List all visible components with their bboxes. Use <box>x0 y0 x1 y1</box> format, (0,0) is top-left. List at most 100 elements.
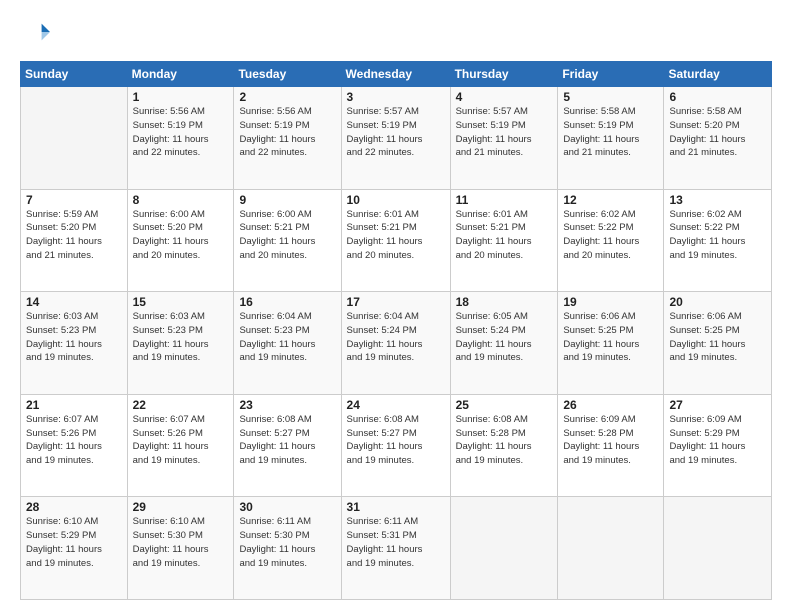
calendar-cell: 29Sunrise: 6:10 AM Sunset: 5:30 PM Dayli… <box>127 497 234 600</box>
calendar-cell: 7Sunrise: 5:59 AM Sunset: 5:20 PM Daylig… <box>21 189 128 292</box>
weekday-header: Sunday <box>21 62 128 87</box>
day-number: 19 <box>563 295 658 309</box>
day-number: 26 <box>563 398 658 412</box>
day-number: 17 <box>347 295 445 309</box>
calendar-cell: 21Sunrise: 6:07 AM Sunset: 5:26 PM Dayli… <box>21 394 128 497</box>
day-number: 29 <box>133 500 229 514</box>
calendar-cell: 3Sunrise: 5:57 AM Sunset: 5:19 PM Daylig… <box>341 87 450 190</box>
day-number: 30 <box>239 500 335 514</box>
calendar-cell: 2Sunrise: 5:56 AM Sunset: 5:19 PM Daylig… <box>234 87 341 190</box>
calendar-cell: 1Sunrise: 5:56 AM Sunset: 5:19 PM Daylig… <box>127 87 234 190</box>
weekday-header: Wednesday <box>341 62 450 87</box>
calendar-cell <box>664 497 772 600</box>
calendar-cell: 8Sunrise: 6:00 AM Sunset: 5:20 PM Daylig… <box>127 189 234 292</box>
day-info: Sunrise: 6:10 AM Sunset: 5:30 PM Dayligh… <box>133 515 229 570</box>
calendar-cell: 13Sunrise: 6:02 AM Sunset: 5:22 PM Dayli… <box>664 189 772 292</box>
calendar-week-row: 28Sunrise: 6:10 AM Sunset: 5:29 PM Dayli… <box>21 497 772 600</box>
logo-icon <box>22 18 50 46</box>
calendar-cell: 18Sunrise: 6:05 AM Sunset: 5:24 PM Dayli… <box>450 292 558 395</box>
calendar-cell: 17Sunrise: 6:04 AM Sunset: 5:24 PM Dayli… <box>341 292 450 395</box>
calendar-cell: 27Sunrise: 6:09 AM Sunset: 5:29 PM Dayli… <box>664 394 772 497</box>
day-info: Sunrise: 6:11 AM Sunset: 5:31 PM Dayligh… <box>347 515 445 570</box>
calendar-table: SundayMondayTuesdayWednesdayThursdayFrid… <box>20 61 772 600</box>
day-info: Sunrise: 6:11 AM Sunset: 5:30 PM Dayligh… <box>239 515 335 570</box>
day-number: 8 <box>133 193 229 207</box>
day-number: 18 <box>456 295 553 309</box>
day-info: Sunrise: 5:56 AM Sunset: 5:19 PM Dayligh… <box>133 105 229 160</box>
day-info: Sunrise: 6:02 AM Sunset: 5:22 PM Dayligh… <box>669 208 766 263</box>
day-number: 13 <box>669 193 766 207</box>
page: SundayMondayTuesdayWednesdayThursdayFrid… <box>0 0 792 612</box>
day-info: Sunrise: 5:58 AM Sunset: 5:19 PM Dayligh… <box>563 105 658 160</box>
weekday-header: Saturday <box>664 62 772 87</box>
day-info: Sunrise: 6:01 AM Sunset: 5:21 PM Dayligh… <box>347 208 445 263</box>
calendar-cell: 16Sunrise: 6:04 AM Sunset: 5:23 PM Dayli… <box>234 292 341 395</box>
calendar-cell: 10Sunrise: 6:01 AM Sunset: 5:21 PM Dayli… <box>341 189 450 292</box>
day-info: Sunrise: 6:05 AM Sunset: 5:24 PM Dayligh… <box>456 310 553 365</box>
day-info: Sunrise: 6:08 AM Sunset: 5:27 PM Dayligh… <box>239 413 335 468</box>
calendar-cell: 5Sunrise: 5:58 AM Sunset: 5:19 PM Daylig… <box>558 87 664 190</box>
day-number: 16 <box>239 295 335 309</box>
day-info: Sunrise: 6:06 AM Sunset: 5:25 PM Dayligh… <box>669 310 766 365</box>
calendar-cell: 19Sunrise: 6:06 AM Sunset: 5:25 PM Dayli… <box>558 292 664 395</box>
calendar-week-row: 7Sunrise: 5:59 AM Sunset: 5:20 PM Daylig… <box>21 189 772 292</box>
day-number: 20 <box>669 295 766 309</box>
day-number: 3 <box>347 90 445 104</box>
day-info: Sunrise: 6:04 AM Sunset: 5:24 PM Dayligh… <box>347 310 445 365</box>
day-info: Sunrise: 5:59 AM Sunset: 5:20 PM Dayligh… <box>26 208 122 263</box>
day-number: 9 <box>239 193 335 207</box>
calendar-cell: 23Sunrise: 6:08 AM Sunset: 5:27 PM Dayli… <box>234 394 341 497</box>
calendar-cell: 12Sunrise: 6:02 AM Sunset: 5:22 PM Dayli… <box>558 189 664 292</box>
day-info: Sunrise: 6:02 AM Sunset: 5:22 PM Dayligh… <box>563 208 658 263</box>
day-info: Sunrise: 6:08 AM Sunset: 5:28 PM Dayligh… <box>456 413 553 468</box>
day-info: Sunrise: 6:08 AM Sunset: 5:27 PM Dayligh… <box>347 413 445 468</box>
calendar-body: 1Sunrise: 5:56 AM Sunset: 5:19 PM Daylig… <box>21 87 772 600</box>
day-info: Sunrise: 5:57 AM Sunset: 5:19 PM Dayligh… <box>347 105 445 160</box>
header <box>20 18 772 51</box>
calendar-cell: 31Sunrise: 6:11 AM Sunset: 5:31 PM Dayli… <box>341 497 450 600</box>
day-number: 24 <box>347 398 445 412</box>
day-info: Sunrise: 6:00 AM Sunset: 5:20 PM Dayligh… <box>133 208 229 263</box>
calendar-cell: 9Sunrise: 6:00 AM Sunset: 5:21 PM Daylig… <box>234 189 341 292</box>
day-number: 11 <box>456 193 553 207</box>
day-number: 10 <box>347 193 445 207</box>
day-number: 27 <box>669 398 766 412</box>
calendar-cell: 30Sunrise: 6:11 AM Sunset: 5:30 PM Dayli… <box>234 497 341 600</box>
day-info: Sunrise: 5:58 AM Sunset: 5:20 PM Dayligh… <box>669 105 766 160</box>
day-number: 7 <box>26 193 122 207</box>
weekday-header: Thursday <box>450 62 558 87</box>
day-number: 15 <box>133 295 229 309</box>
calendar-cell: 24Sunrise: 6:08 AM Sunset: 5:27 PM Dayli… <box>341 394 450 497</box>
calendar-cell <box>450 497 558 600</box>
day-number: 6 <box>669 90 766 104</box>
weekday-header: Tuesday <box>234 62 341 87</box>
calendar-cell: 11Sunrise: 6:01 AM Sunset: 5:21 PM Dayli… <box>450 189 558 292</box>
day-info: Sunrise: 6:01 AM Sunset: 5:21 PM Dayligh… <box>456 208 553 263</box>
calendar-week-row: 1Sunrise: 5:56 AM Sunset: 5:19 PM Daylig… <box>21 87 772 190</box>
day-number: 28 <box>26 500 122 514</box>
day-number: 31 <box>347 500 445 514</box>
day-number: 21 <box>26 398 122 412</box>
day-info: Sunrise: 6:07 AM Sunset: 5:26 PM Dayligh… <box>133 413 229 468</box>
calendar-cell: 22Sunrise: 6:07 AM Sunset: 5:26 PM Dayli… <box>127 394 234 497</box>
logo <box>20 18 52 51</box>
day-info: Sunrise: 6:03 AM Sunset: 5:23 PM Dayligh… <box>26 310 122 365</box>
calendar-cell <box>558 497 664 600</box>
calendar-cell: 14Sunrise: 6:03 AM Sunset: 5:23 PM Dayli… <box>21 292 128 395</box>
day-info: Sunrise: 6:10 AM Sunset: 5:29 PM Dayligh… <box>26 515 122 570</box>
calendar-cell: 4Sunrise: 5:57 AM Sunset: 5:19 PM Daylig… <box>450 87 558 190</box>
calendar-cell: 25Sunrise: 6:08 AM Sunset: 5:28 PM Dayli… <box>450 394 558 497</box>
day-number: 23 <box>239 398 335 412</box>
day-number: 2 <box>239 90 335 104</box>
calendar-cell: 20Sunrise: 6:06 AM Sunset: 5:25 PM Dayli… <box>664 292 772 395</box>
calendar-cell: 15Sunrise: 6:03 AM Sunset: 5:23 PM Dayli… <box>127 292 234 395</box>
calendar-cell: 28Sunrise: 6:10 AM Sunset: 5:29 PM Dayli… <box>21 497 128 600</box>
calendar-week-row: 14Sunrise: 6:03 AM Sunset: 5:23 PM Dayli… <box>21 292 772 395</box>
day-info: Sunrise: 6:09 AM Sunset: 5:28 PM Dayligh… <box>563 413 658 468</box>
calendar-cell: 26Sunrise: 6:09 AM Sunset: 5:28 PM Dayli… <box>558 394 664 497</box>
day-number: 1 <box>133 90 229 104</box>
day-number: 12 <box>563 193 658 207</box>
weekday-header: Friday <box>558 62 664 87</box>
day-number: 4 <box>456 90 553 104</box>
calendar-header: SundayMondayTuesdayWednesdayThursdayFrid… <box>21 62 772 87</box>
